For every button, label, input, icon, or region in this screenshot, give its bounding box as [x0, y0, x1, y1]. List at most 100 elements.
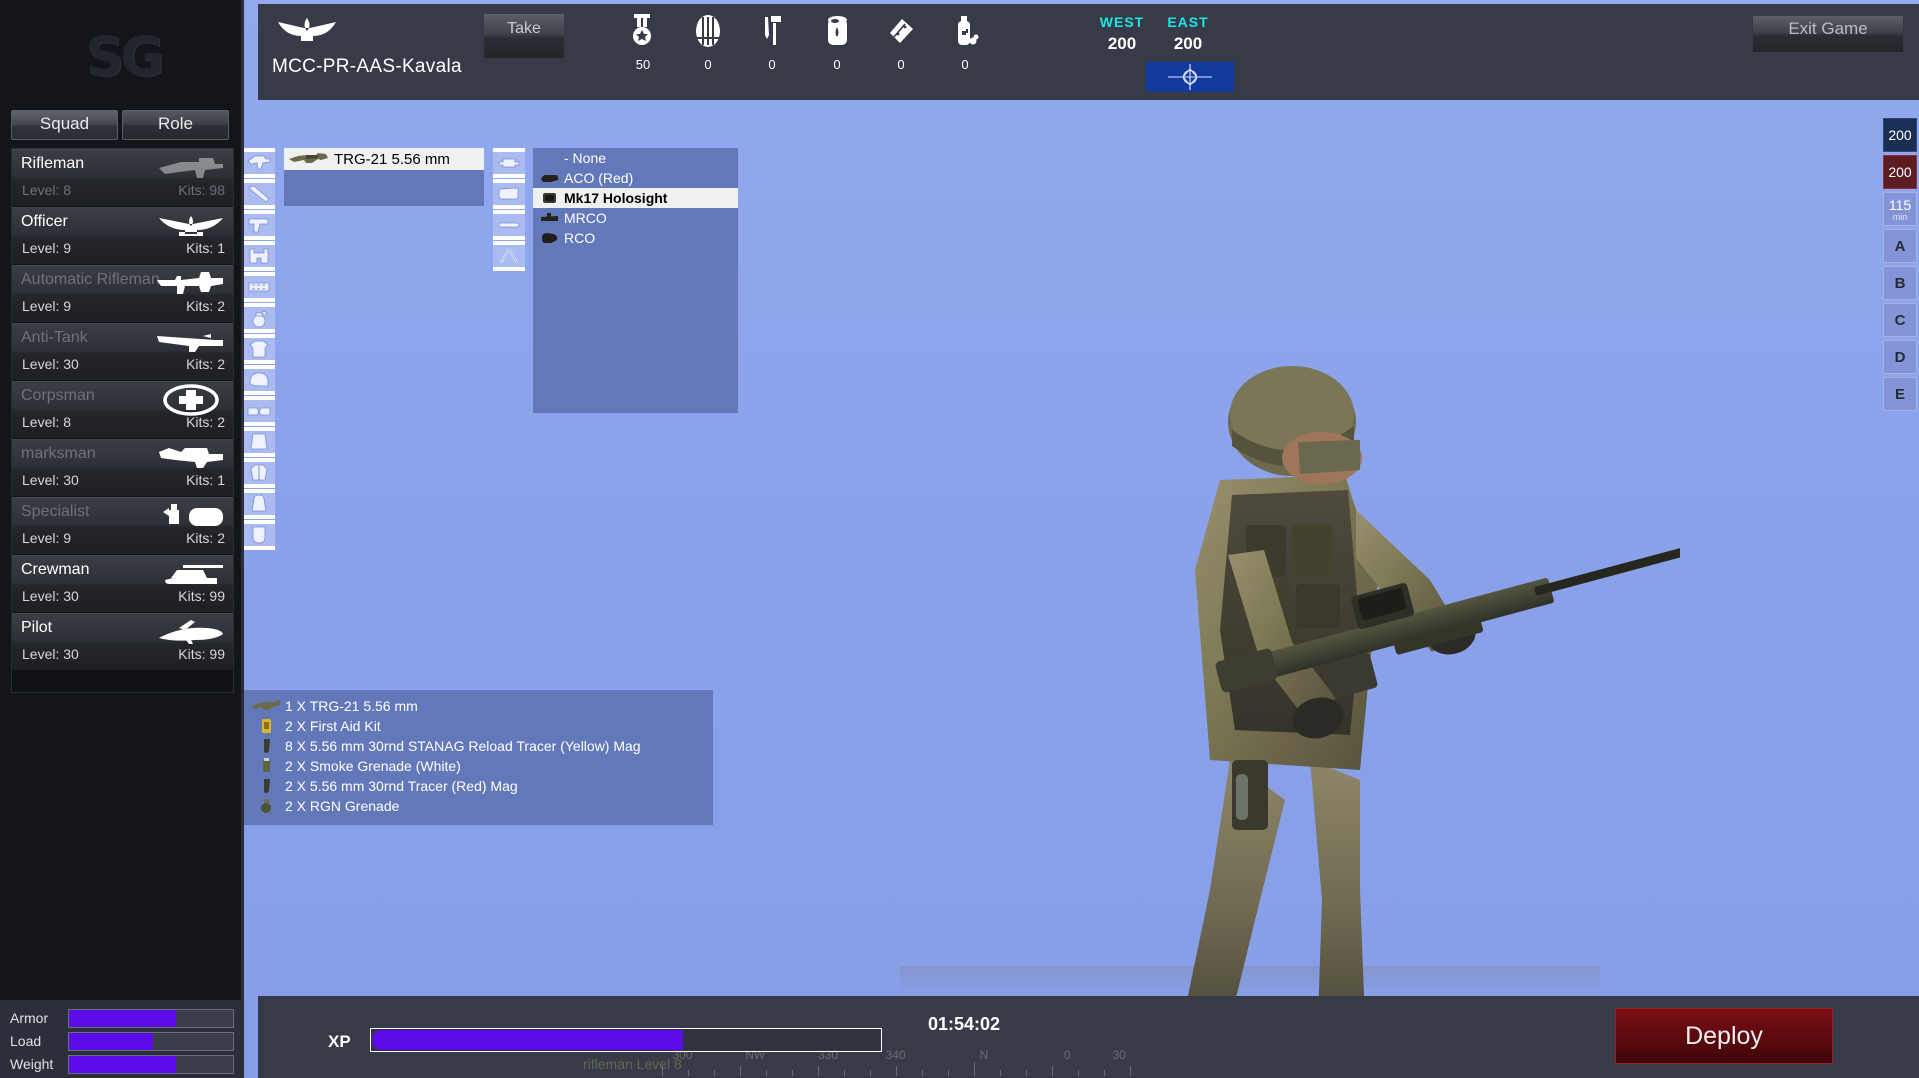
tickets-east-value: 200 — [1142, 34, 1234, 54]
hud-time-remaining[interactable]: 115 min — [1883, 192, 1917, 226]
fuel-barrel-icon — [808, 12, 866, 54]
tank-icon — [141, 556, 227, 592]
backpack-slot[interactable] — [243, 489, 275, 519]
ammo-box-icon — [679, 12, 737, 54]
attachment-options-list: - None ACO (Red) Mk17 Holosight MRCO RCO — [533, 148, 738, 413]
inventory-item: 1 X TRG-21 5.56 mm — [251, 696, 713, 716]
class-row-anti-tank[interactable]: Anti-Tank Level: 30 Kits: 2 — [12, 323, 233, 380]
eagle-icon — [276, 16, 338, 50]
medkit-icon — [936, 12, 994, 54]
launcher-slot[interactable] — [243, 179, 275, 209]
left-sidebar: SG Squad Role Rifleman Level: 8 Kits: 98… — [0, 0, 244, 1078]
attachment-label: Mk17 Holosight — [564, 190, 667, 206]
armor-bar — [68, 1009, 234, 1028]
hud-flag-letter: B — [1895, 275, 1906, 292]
uniform-icon — [246, 337, 272, 361]
xp-label: XP — [328, 1032, 351, 1052]
weight-bar — [68, 1055, 234, 1074]
muzzle-slot[interactable] — [493, 179, 525, 209]
hud-flag-e[interactable]: E — [1883, 377, 1917, 411]
hud-flag-c[interactable]: C — [1883, 303, 1917, 337]
class-row-corpsman[interactable]: Corpsman Level: 8 Kits: 2 — [12, 381, 233, 438]
inventory-item: 2 X First Aid Kit — [251, 716, 713, 736]
resource-count: 0 — [679, 57, 737, 72]
class-row-officer[interactable]: Officer Level: 9 Kits: 1 — [12, 207, 233, 264]
rifle-icon — [288, 151, 330, 167]
primary-weapon-slot[interactable] — [243, 148, 275, 178]
weapon-list: TRG-21 5.56 mm — [284, 148, 484, 206]
inventory-summary: 1 X TRG-21 5.56 mm 2 X First Aid Kit 8 X… — [243, 690, 713, 825]
goggles-slot[interactable] — [243, 396, 275, 426]
class-row-automatic-rifleman[interactable]: Automatic Rifleman Level: 9 Kits: 2 — [12, 265, 233, 322]
attachment-label: - None — [564, 150, 606, 166]
class-row-marksman[interactable]: marksman Level: 30 Kits: 1 — [12, 439, 233, 496]
attachment-option-rco[interactable]: RCO — [533, 228, 738, 248]
class-name: Rifleman — [21, 155, 84, 173]
vest-slot[interactable] — [243, 241, 275, 271]
pouch-slot[interactable] — [243, 520, 275, 550]
hud-flag-a[interactable]: A — [1883, 229, 1917, 263]
rail-slot[interactable] — [493, 210, 525, 240]
hud-tickets-east[interactable]: 200 — [1883, 155, 1917, 189]
class-kits: Kits: 98 — [178, 182, 225, 198]
right-hud-column: 200 200 115 min A B C D E — [1883, 118, 1919, 414]
weapon-name: TRG-21 5.56 mm — [334, 151, 450, 168]
hud-flag-b[interactable]: B — [1883, 266, 1917, 300]
firstaid-icon — [251, 718, 281, 734]
resource-count: 50 — [614, 57, 672, 72]
class-row-crewman[interactable]: Crewman Level: 30 Kits: 99 — [12, 555, 233, 612]
jacket-slot[interactable] — [243, 458, 275, 488]
compass-label: 0 — [1064, 1048, 1071, 1062]
rco-optic-icon — [539, 230, 561, 246]
uniform-slot[interactable] — [243, 334, 275, 364]
class-level: Level: 30 — [22, 588, 79, 604]
holosight-icon — [539, 190, 561, 206]
hud-value: 115 — [1889, 197, 1911, 213]
inventory-text: 1 X TRG-21 5.56 mm — [285, 698, 418, 714]
pouch-icon — [246, 523, 272, 547]
hud-flag-letter: E — [1895, 386, 1905, 403]
class-level: Level: 30 — [22, 472, 79, 488]
attachment-option-none[interactable]: - None — [533, 148, 738, 168]
optic-slot[interactable] — [493, 148, 525, 178]
satchel-icon — [141, 498, 227, 534]
tab-squad[interactable]: Squad — [11, 110, 118, 140]
launcher-icon — [141, 324, 227, 360]
class-row-rifleman[interactable]: Rifleman Level: 8 Kits: 98 — [12, 149, 233, 206]
inventory-item: 2 X Smoke Grenade (White) — [251, 756, 713, 776]
class-name: Crewman — [21, 561, 89, 579]
class-name: Corpsman — [21, 387, 95, 405]
sidearm-slot[interactable] — [243, 210, 275, 240]
attachment-option-mk17-holosight[interactable]: Mk17 Holosight — [533, 188, 738, 208]
deploy-button[interactable]: Deploy — [1615, 1008, 1833, 1064]
exit-game-button[interactable]: Exit Game — [1753, 16, 1903, 52]
attachment-option-mrco[interactable]: MRCO — [533, 208, 738, 228]
attachment-option-aco[interactable]: ACO (Red) — [533, 168, 738, 188]
bipod-slot[interactable] — [493, 241, 525, 271]
attachment-label: RCO — [564, 230, 595, 246]
class-row-pilot[interactable]: Pilot Level: 30 Kits: 99 — [12, 613, 233, 670]
stat-label: Armor — [10, 1010, 68, 1026]
weapon-selected-row[interactable]: TRG-21 5.56 mm — [284, 148, 484, 170]
helmet-slot[interactable] — [243, 365, 275, 395]
stat-bars: Armor Load Weight — [0, 1000, 244, 1078]
supplies-icon — [872, 12, 930, 54]
magazine-slot[interactable] — [243, 272, 275, 302]
class-row-specialist[interactable]: Specialist Level: 9 Kits: 2 — [12, 497, 233, 554]
magazine-icon — [251, 778, 281, 794]
body-armor-slot[interactable] — [243, 427, 275, 457]
body-armor-icon — [246, 430, 272, 454]
grenade-slot[interactable] — [243, 303, 275, 333]
sniper-rifle-icon — [141, 440, 227, 476]
weight-bar-fill — [69, 1056, 176, 1073]
class-kits: Kits: 99 — [178, 646, 225, 662]
hud-tickets-west[interactable]: 200 — [1883, 118, 1917, 152]
hud-flag-d[interactable]: D — [1883, 340, 1917, 374]
mission-timer: 01:54:02 — [928, 1014, 1000, 1035]
class-level: Level: 30 — [22, 646, 79, 662]
tab-role[interactable]: Role — [122, 110, 229, 140]
load-bar-fill — [69, 1033, 153, 1050]
take-button[interactable]: Take — [484, 14, 564, 58]
class-kits: Kits: 1 — [186, 472, 225, 488]
class-kits: Kits: 2 — [186, 298, 225, 314]
